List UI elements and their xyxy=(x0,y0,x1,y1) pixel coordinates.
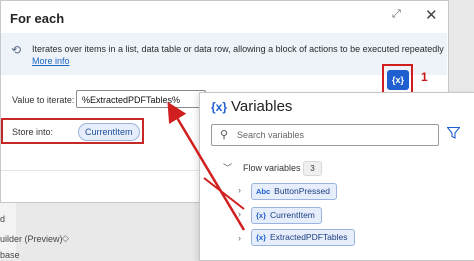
search-icon: ⚲ xyxy=(220,129,229,141)
value-to-iterate-input[interactable]: %ExtractedPDFTables% xyxy=(76,90,206,108)
store-into-variable-chip[interactable]: CurrentItem xyxy=(78,123,140,141)
variable-name: CurrentItem xyxy=(270,210,315,220)
chevron-right-icon[interactable]: › xyxy=(238,209,241,219)
info-text: Iterates over items in a list, data tabl… xyxy=(32,44,444,54)
expand-icon[interactable]: ⤢ xyxy=(392,8,401,21)
background-item: uilder (Preview) xyxy=(0,234,63,244)
value-to-iterate-label: Value to iterate: xyxy=(12,95,75,105)
variable-chip-extractedpdftables[interactable]: {x} ExtractedPDFTables xyxy=(251,229,355,246)
background-item: d xyxy=(0,214,6,224)
variables-icon: {x} xyxy=(211,100,228,114)
variable-name: ButtonPressed xyxy=(274,186,330,196)
annotation-step-number: 1 xyxy=(421,70,428,84)
flow-variables-section[interactable]: Flow variables xyxy=(243,163,301,173)
variable-icon: {x} xyxy=(256,211,267,220)
annotation-highlight-box xyxy=(382,64,413,94)
chevron-right-icon[interactable]: › xyxy=(238,185,241,195)
variable-name: ExtractedPDFTables xyxy=(270,232,348,242)
dialog-title: For each xyxy=(10,11,65,26)
divider xyxy=(1,170,201,171)
text-variable-icon: Abc xyxy=(256,187,271,196)
variable-icon: {x} xyxy=(256,233,267,242)
filter-icon[interactable] xyxy=(447,127,460,139)
info-banner xyxy=(1,33,447,75)
loop-icon: ⟲ xyxy=(11,43,22,57)
chevron-right-icon[interactable]: › xyxy=(238,233,241,243)
variable-count-badge: 3 xyxy=(303,161,322,176)
close-icon[interactable]: ✕ xyxy=(425,6,438,24)
store-into-label: Store into: xyxy=(12,127,54,137)
variable-chip-buttonpressed[interactable]: Abc ButtonPressed xyxy=(251,183,337,200)
variables-panel-title: Variables xyxy=(231,98,293,115)
variable-chip-currentitem[interactable]: {x} CurrentItem xyxy=(251,207,322,224)
diamond-icon: ◇ xyxy=(62,233,69,243)
more-info-link[interactable]: More info xyxy=(32,56,70,66)
search-placeholder: Search variables xyxy=(237,130,305,140)
chevron-down-icon[interactable]: ﹀ xyxy=(223,161,232,174)
